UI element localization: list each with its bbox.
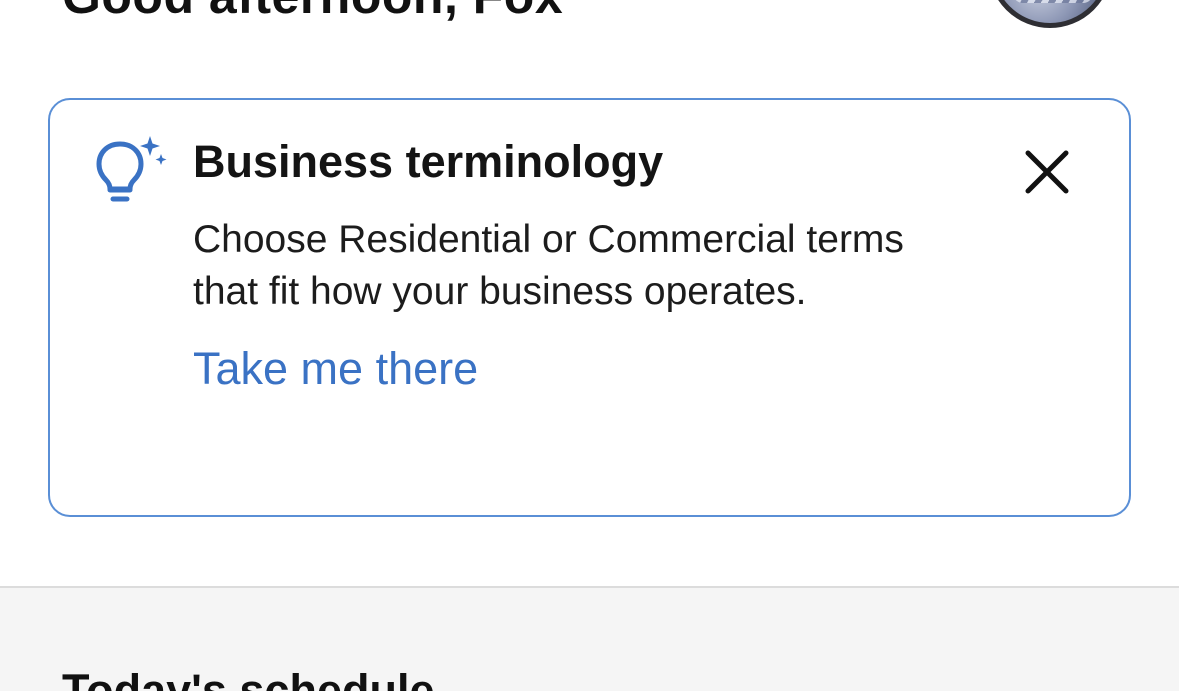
- close-icon[interactable]: [1018, 143, 1076, 201]
- header-area: Good afternoon, Fox Business terminology…: [0, 0, 1179, 586]
- tip-description-line: Choose Residential or Commercial terms: [193, 218, 904, 261]
- tip-title: Business terminology: [193, 136, 664, 187]
- tip-description: Choose Residential or Commercial terms t…: [193, 214, 1043, 318]
- avatar[interactable]: [988, 0, 1112, 28]
- home-screen: Good afternoon, Fox Business terminology…: [0, 0, 1179, 691]
- greeting-title: Good afternoon, Fox: [62, 0, 563, 26]
- take-me-there-link[interactable]: Take me there: [193, 342, 478, 396]
- schedule-section-title: Today's schedule: [62, 665, 435, 691]
- lightbulb-sparkle-icon: [96, 136, 167, 202]
- tip-description-line: that fit how your business operates.: [193, 270, 807, 313]
